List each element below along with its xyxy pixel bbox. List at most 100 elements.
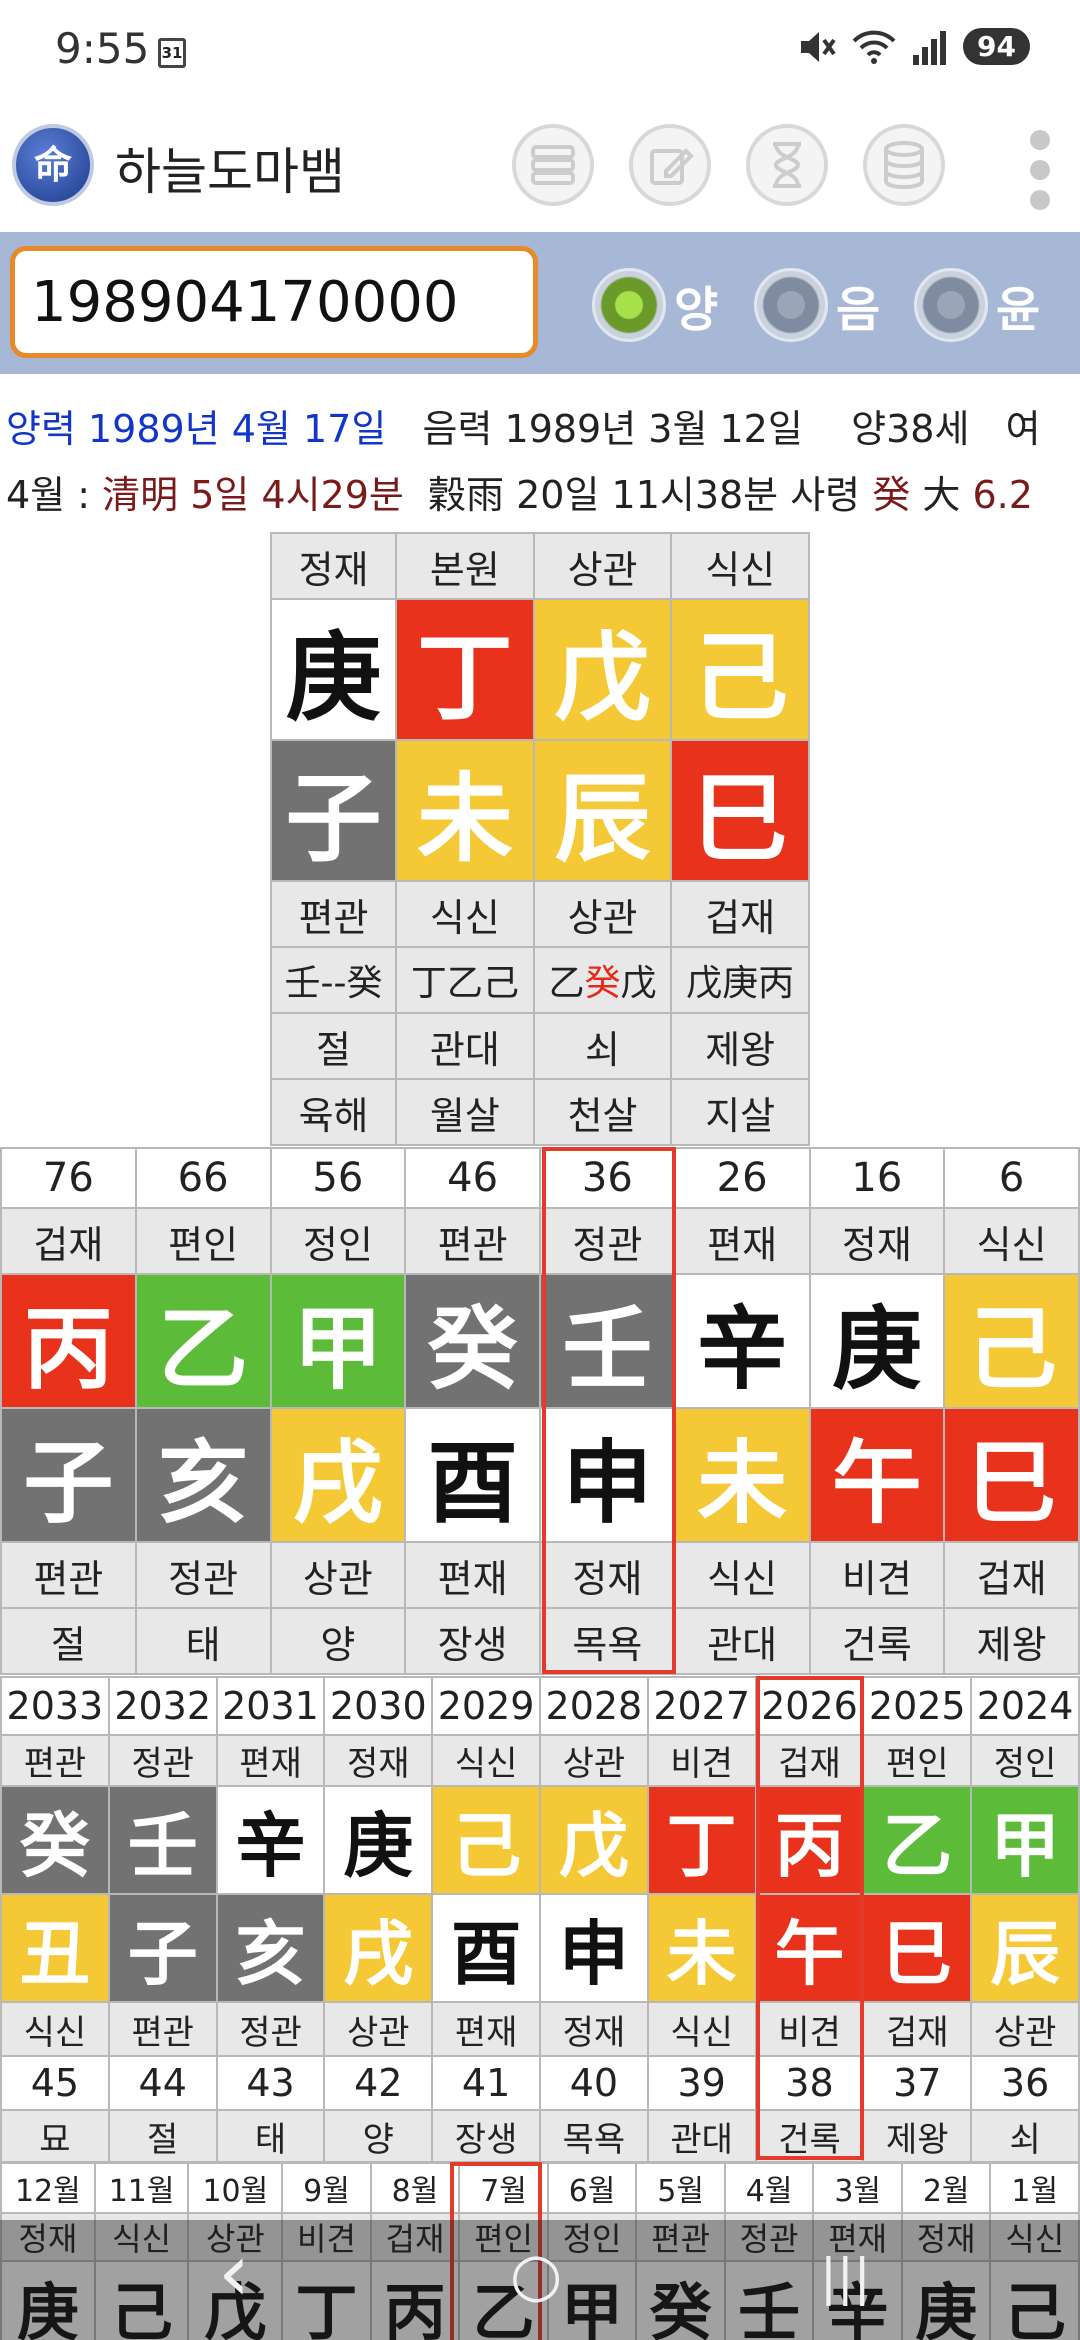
edit-button[interactable]	[629, 124, 711, 206]
ten-god-label: 비견	[808, 1541, 946, 1609]
earthly-branch: 申	[539, 1407, 676, 1543]
age-text: 양38세	[851, 407, 970, 451]
history-button[interactable]	[746, 124, 828, 206]
month-label: 6월	[546, 2162, 638, 2214]
ten-god-label: 편인	[862, 1734, 973, 1787]
year-label: 2033	[0, 1676, 110, 1736]
calendar-notification-icon: 31	[158, 38, 186, 68]
ten-god-label: 정관	[134, 1541, 272, 1609]
solar-term-mid: 穀雨 20일 11시38분 사령	[428, 473, 861, 517]
life-stage: 제왕	[943, 1607, 1080, 1675]
year-label: 2028	[538, 1676, 649, 1736]
radio-button[interactable]	[914, 268, 988, 342]
hidden-stem: 乙	[548, 963, 585, 1004]
ten-god-label: 식신	[646, 2001, 757, 2057]
age-label: 39	[646, 2055, 757, 2111]
heavenly-stem: 戊	[532, 598, 673, 741]
recent-apps-button[interactable]: |||	[820, 2248, 871, 2306]
ten-god-label: 상관	[970, 2001, 1080, 2057]
spirit-label: 육해	[269, 1078, 398, 1146]
daeun-top-label-row: 겁재 편인 정인 편관 정관 편재 정재 식신	[0, 1207, 1080, 1275]
more-menu-button[interactable]	[1028, 130, 1052, 210]
daeun-branch-row: 子亥戌酉申未午巳	[0, 1407, 1080, 1543]
list-button[interactable]	[512, 124, 594, 206]
life-stage: 건록	[808, 1607, 946, 1675]
radio-button-selected[interactable]	[592, 268, 666, 342]
home-button[interactable]: ○	[510, 2240, 562, 2310]
life-stage: 관대	[395, 1012, 535, 1080]
solar-term-start: 清明 5일 4시29분	[102, 473, 404, 517]
solar-term-line: 4월 : 清明 5일 4시29분 穀雨 20일 11시38분 사령 癸 大 6.…	[6, 464, 1033, 519]
gender-text: 여	[1005, 407, 1041, 451]
heavenly-stem: 甲	[970, 1785, 1080, 1895]
heavenly-stem: 丙	[0, 1273, 137, 1409]
back-button[interactable]: ‹	[218, 2226, 250, 2319]
hidden-stem: 丁乙己	[410, 963, 519, 1004]
radio-leap[interactable]: 윤	[914, 268, 1040, 342]
heavenly-stem: 己	[943, 1273, 1080, 1409]
year-label: 2032	[107, 1676, 218, 1736]
year-label: 2031	[215, 1676, 326, 1736]
life-stage: 제왕	[670, 1012, 810, 1080]
pillar-bottom-label-row: 편관 식신 상관 겁재	[269, 880, 810, 948]
pillar-top-label-row: 정재 본원 상관 식신	[269, 532, 810, 600]
heavenly-stem: 庚	[323, 1785, 434, 1895]
ten-god-label: 정재	[808, 1207, 946, 1275]
month-label: 9월	[281, 2162, 372, 2214]
ten-god-label: 편재	[215, 1734, 326, 1787]
ruling-value: 6.2	[972, 473, 1033, 517]
life-stage: 장생	[404, 1607, 541, 1675]
ten-god-label: 편관	[269, 880, 398, 948]
year-label: 2025	[862, 1676, 973, 1736]
heavenly-stem: 丁	[646, 1785, 757, 1895]
yearly-luck-table: 2033 2032 2031 2030 2029 2028 2027 2026 2025 2024…	[0, 1676, 1080, 2163]
ruling-size: 大	[922, 473, 961, 517]
ten-god-label: 식신	[673, 1541, 811, 1609]
earthly-branch: 子	[107, 1893, 218, 2003]
life-stage: 태	[134, 1607, 272, 1675]
pillar-stem-row: 庚丁戊己	[269, 598, 810, 741]
ruling-stem: 癸	[872, 473, 911, 517]
luck-age: 56	[269, 1147, 407, 1209]
heavenly-stem: 癸	[0, 1785, 110, 1895]
ten-god-label: 정인	[269, 1207, 407, 1275]
year-label: 2024	[970, 1676, 1080, 1736]
year-label: 2029	[431, 1676, 541, 1736]
heavenly-stem: 丙	[754, 1785, 865, 1895]
radio-solar[interactable]: 양	[592, 268, 718, 342]
luck-age: 76	[0, 1147, 137, 1209]
ten-god-label: 정관	[215, 2001, 326, 2057]
seun-top-label-row: 편관 정관 편재 정재 식신 상관 비견 겁재 편인 정인	[0, 1734, 1080, 1787]
hidden-stem: 癸	[584, 963, 621, 1004]
stage-row: 절 관대 쇠 제왕	[269, 1012, 810, 1080]
earthly-branch: 酉	[431, 1893, 541, 2003]
ten-god-label: 편재	[673, 1207, 811, 1275]
age-label: 37	[862, 2055, 973, 2111]
heavenly-stem: 癸	[404, 1273, 541, 1409]
life-stage: 절	[0, 1607, 137, 1675]
radio-button[interactable]	[754, 268, 828, 342]
month-label: 10월	[187, 2162, 284, 2214]
hidden-stems: 壬--癸	[269, 946, 398, 1014]
database-icon	[884, 141, 924, 189]
ten-god-label: 편관	[0, 1734, 110, 1787]
database-button[interactable]	[863, 124, 945, 206]
birth-date-input[interactable]	[10, 246, 538, 358]
month-label: 3월	[812, 2162, 903, 2214]
luck-age: 26	[673, 1147, 811, 1209]
earthly-branch: 戌	[323, 1893, 434, 2003]
ten-god-label: 겁재	[670, 880, 810, 948]
earthly-branch: 午	[808, 1407, 946, 1543]
list-icon	[531, 145, 575, 185]
month-label: 7월	[458, 2162, 549, 2214]
four-pillars-table: 정재 본원 상관 식신 庚丁戊己子未辰巳 편관 식신 상관 겁재 壬--癸 丁乙己 乙癸戊 戊庚丙 절 관대…	[269, 532, 810, 1146]
heavenly-stem: 壬	[107, 1785, 218, 1895]
ten-god-label: 겁재	[0, 1207, 137, 1275]
ten-god-label: 편관	[107, 2001, 218, 2057]
life-stage: 관대	[673, 1607, 811, 1675]
hidden-stem: 壬--癸	[284, 963, 383, 1004]
ten-god-label: 정재	[269, 532, 398, 600]
earthly-branch: 亥	[215, 1893, 326, 2003]
radio-lunar[interactable]: 음	[754, 268, 880, 342]
hidden-stem: 戊庚丙	[686, 963, 795, 1004]
